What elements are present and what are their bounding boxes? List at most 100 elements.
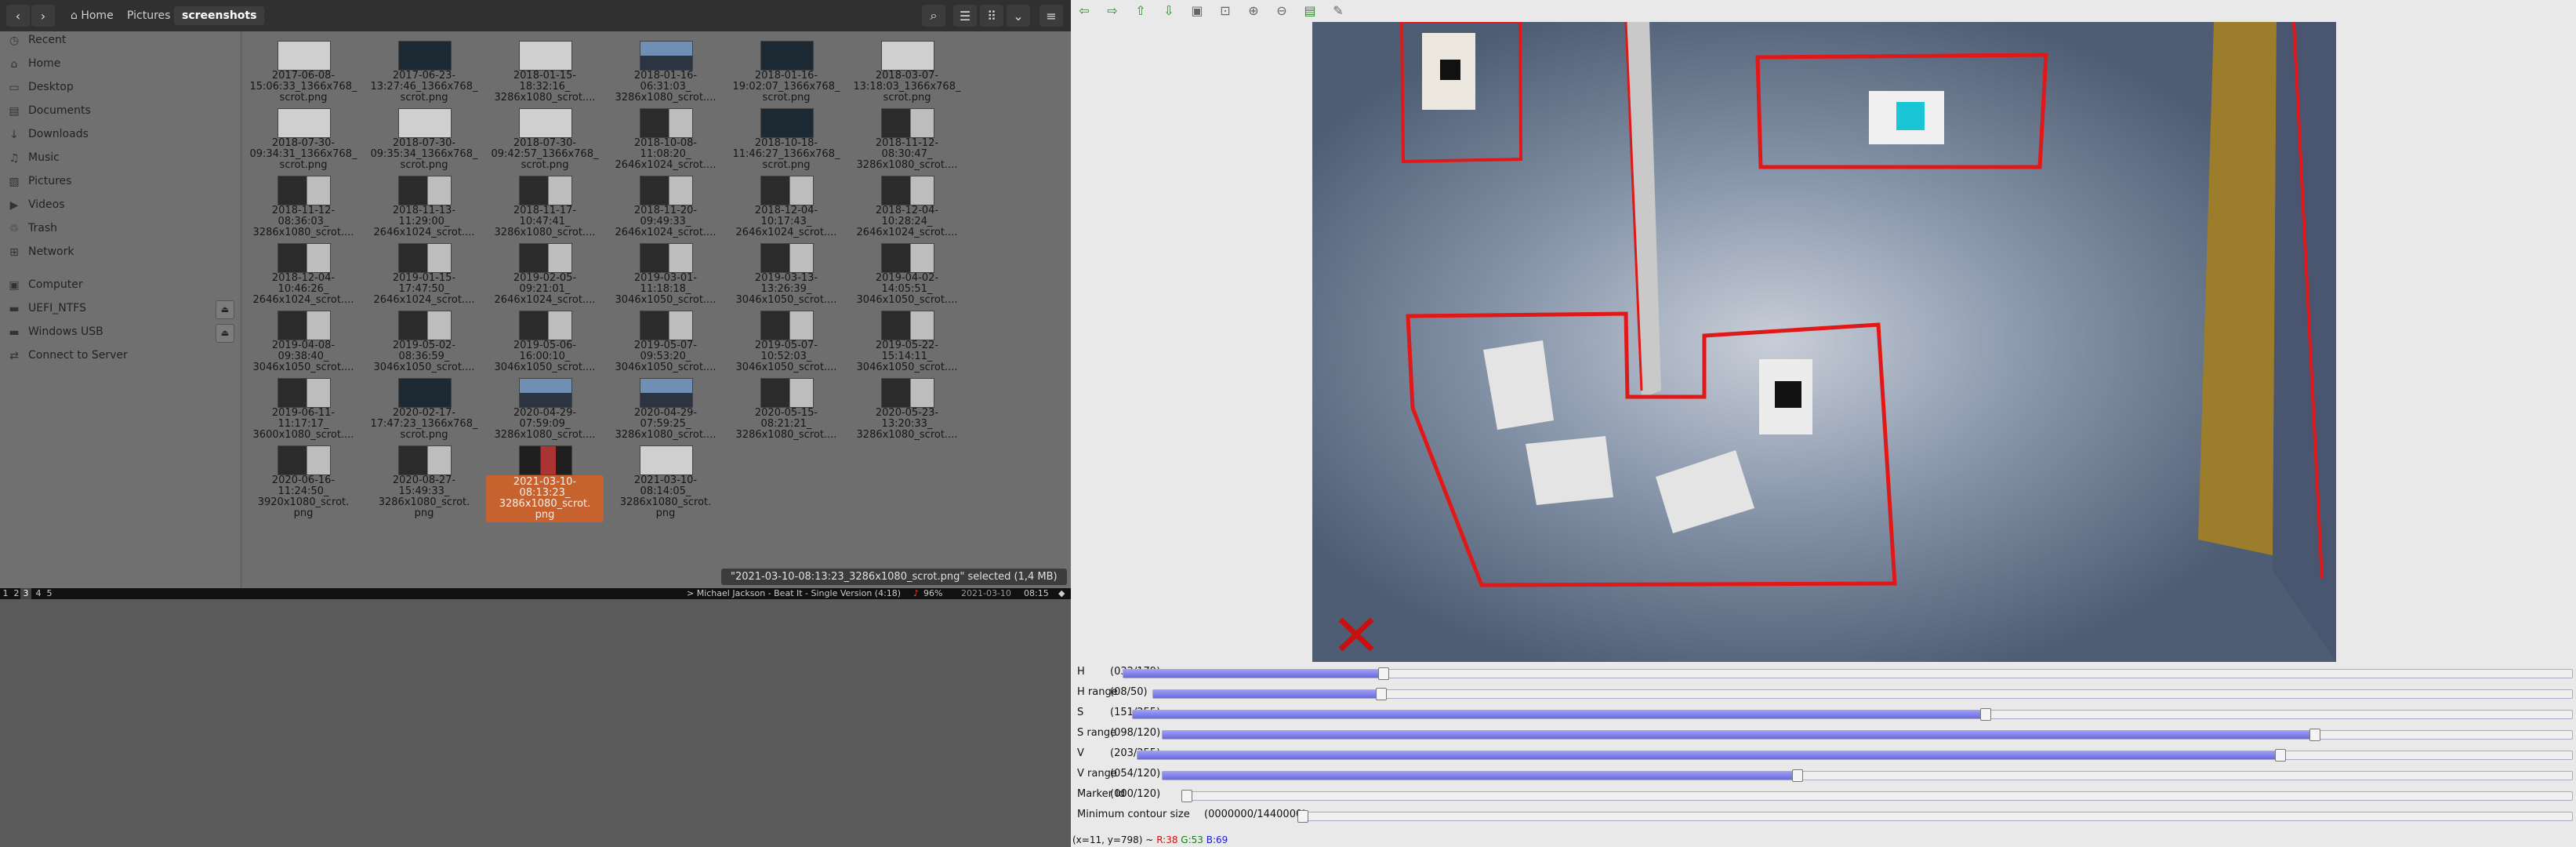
slider-track[interactable] [1152,688,2573,700]
file-item[interactable]: 2018-01-16- 06:31:03_ 3286x1080_scrot...… [607,36,724,104]
workspace-3[interactable]: 3 [20,588,31,599]
eject-icon[interactable]: ⏏ [216,300,234,319]
workspace-4[interactable]: 4 [33,588,44,599]
sidebar-item-uefi-ntfs[interactable]: ▬ UEFI_NTFS ⏏ [0,298,241,320]
file-item[interactable]: 2018-11-20- 09:49:33_ 2646x1024_scrot...… [607,171,724,238]
slider-handle[interactable] [1181,790,1192,802]
file-item[interactable]: 2019-06-11- 11:17:17_ 3600x1080_scrot...… [245,373,362,441]
file-item[interactable]: 2018-11-17- 10:47:41_ 3286x1080_scrot...… [486,171,604,238]
workspace-5[interactable]: 5 [44,588,55,599]
file-item[interactable]: 2019-05-07- 10:52:03_ 3046x1050_scrot...… [727,306,845,373]
zoom-fit-button[interactable]: ⊡ [1217,2,1234,20]
sidebar-item-documents[interactable]: ▤ Documents [0,100,241,122]
sidebar-item-network[interactable]: ⊞ Network [0,242,241,264]
sidebar-item-connect-to-server[interactable]: ⇄ Connect to Server [0,345,241,367]
search-button[interactable]: ⌕ [922,5,945,27]
zoom-out-button[interactable]: ⊖ [1273,2,1290,20]
sidebar-item-computer[interactable]: ▣ Computer [0,274,241,296]
slider-handle[interactable] [1377,667,1389,680]
forward-button[interactable]: › [31,5,55,27]
sidebar-item-trash[interactable]: ♲ Trash [0,218,241,240]
menu-button[interactable]: ≡ [1039,5,1063,27]
file-item[interactable]: 2019-05-07- 09:53:20_ 3046x1050_scrot...… [607,306,724,373]
slider-handle[interactable] [2309,729,2320,741]
file-item[interactable]: 2018-12-04- 10:28:24_ 2646x1024_scrot...… [848,171,966,238]
slider-track[interactable] [1132,708,2573,721]
slider-handle[interactable] [1792,769,1804,782]
slider-track[interactable] [1297,810,2573,823]
pan-left-button[interactable]: ⇦ [1076,2,1093,20]
slider-track[interactable] [1123,667,2573,680]
file-item[interactable]: 2018-10-18- 11:46:27_1366x768_ scrot.png [727,104,845,171]
pan-down-button[interactable]: ⇩ [1160,2,1177,20]
file-item[interactable]: 2020-06-16- 11:24:50_ 3920x1080_scrot. p… [245,441,362,519]
sidebar-item-recent[interactable]: ◷ Recent [0,30,241,52]
file-item[interactable]: 2020-08-27- 15:49:33_ 3286x1080_scrot. p… [365,441,483,519]
file-item[interactable]: 2018-10-08- 11:08:20_ 2646x1024_scrot...… [607,104,724,171]
file-item[interactable]: 2019-05-22- 15:14:11_ 3046x1050_scrot...… [848,306,966,373]
pan-right-button[interactable]: ⇨ [1104,2,1121,20]
file-item[interactable]: 2019-04-08- 09:38:40_ 3046x1050_scrot...… [245,306,362,373]
eject-icon[interactable]: ⏏ [216,324,234,343]
file-item[interactable]: 2019-01-15- 17:47:50_ 2646x1024_scrot...… [365,238,483,306]
sidebar-item-videos[interactable]: ▶ Videos [0,194,241,216]
file-item[interactable]: 2017-06-08- 15:06:33_1366x768_ scrot.png [245,36,362,104]
file-name: 2020-02-17- 17:47:23_1366x768_ scrot.png [370,407,478,441]
file-item[interactable]: 2018-11-13- 11:29:00_ 2646x1024_scrot...… [365,171,483,238]
file-item[interactable]: 2018-01-15- 18:32:16_ 3286x1080_scrot...… [486,36,604,104]
file-item[interactable]: 2018-03-07- 13:18:03_1366x768_ scrot.png [848,36,966,104]
file-item[interactable]: 2020-04-29- 07:59:09_ 3286x1080_scrot...… [486,373,604,441]
file-item[interactable]: 2018-12-04- 10:46:26_ 2646x1024_scrot...… [245,238,362,306]
file-item[interactable]: 2019-02-05- 09:21:01_ 2646x1024_scrot...… [486,238,604,306]
camera-view[interactable] [1312,22,2336,662]
file-item[interactable]: 2019-05-02- 08:36:59_ 3046x1050_scrot...… [365,306,483,373]
sidebar-item-home[interactable]: ⌂ Home [0,53,241,75]
file-item[interactable]: 2020-04-29- 07:59:25_ 3286x1080_scrot...… [607,373,724,441]
grid-view-button[interactable]: ⠿ [980,5,1003,27]
slider-handle[interactable] [1375,688,1387,700]
file-item[interactable]: 2018-07-30- 09:35:34_1366x768_ scrot.png [365,104,483,171]
breadcrumb-home[interactable]: ⌂ Home [63,6,122,25]
file-item[interactable]: 2021-03-10- 08:14:05_ 3286x1080_scrot. p… [607,441,724,519]
slider-handle[interactable] [2274,749,2286,762]
sidebar-item-windows-usb[interactable]: ▬ Windows USB ⏏ [0,322,241,344]
file-item[interactable]: 2018-07-30- 09:42:57_1366x768_ scrot.png [486,104,604,171]
file-item[interactable]: 2018-07-30- 09:34:31_1366x768_ scrot.png [245,104,362,171]
sidebar-item-desktop[interactable]: ▭ Desktop [0,77,241,99]
zoom-in-button[interactable]: ⊕ [1245,2,1262,20]
file-item[interactable]: 2020-05-23- 13:20:33_ 3286x1080_scrot...… [848,373,966,441]
back-button[interactable]: ‹ [6,5,30,27]
breadcrumb-pictures[interactable]: Pictures [119,6,178,25]
file-item[interactable]: 2019-03-01- 11:18:18_ 3046x1050_scrot...… [607,238,724,306]
sidebar-item-pictures[interactable]: ▧ Pictures [0,171,241,193]
save-image-button[interactable]: ▤ [1301,2,1319,20]
file-item[interactable]: 2018-11-12- 08:30:47_ 3286x1080_scrot...… [848,104,966,171]
file-item[interactable]: 2018-12-04- 10:17:43_ 2646x1024_scrot...… [727,171,845,238]
workspace-1[interactable]: 1 [0,588,11,599]
file-item[interactable]: 2017-06-23- 13:27:46_1366x768_ scrot.png [365,36,483,104]
file-item[interactable]: 2019-04-02- 14:05:51_ 3046x1050_scrot...… [848,238,966,306]
list-view-button[interactable]: ☰ [953,5,977,27]
zoom-image-button[interactable]: ▣ [1188,2,1206,20]
file-item[interactable]: 2019-03-13- 13:26:39_ 3046x1050_scrot...… [727,238,845,306]
file-item[interactable]: 2018-11-12- 08:36:03_ 3286x1080_scrot...… [245,171,362,238]
slider-fill [1163,731,2314,739]
slider-track[interactable] [1162,769,2573,782]
slider-handle[interactable] [1979,708,1991,721]
file-item[interactable]: 2021-03-10- 08:13:23_ 3286x1080_scrot. p… [486,441,604,522]
slider-handle[interactable] [1297,810,1308,823]
sidebar-item-music[interactable]: ♫ Music [0,147,241,169]
slider-track[interactable] [1137,749,2573,762]
properties-button[interactable]: ✎ [1330,2,1347,20]
file-item[interactable]: 2018-01-16- 19:02:07_1366x768_ scrot.png [727,36,845,104]
sidebar-item-downloads[interactable]: ↓ Downloads [0,124,241,146]
file-item[interactable]: 2019-05-06- 16:00:10_ 3046x1050_scrot...… [486,306,604,373]
file-item[interactable]: 2020-02-17- 17:47:23_1366x768_ scrot.png [365,373,483,441]
view-options-button[interactable]: ⌄ [1007,5,1030,27]
slider-track[interactable] [1181,790,2573,802]
breadcrumb-screenshots[interactable]: screenshots [174,6,265,25]
slider-track[interactable] [1162,729,2573,741]
file-name: 2019-05-22- 15:14:11_ 3046x1050_scrot...… [856,340,958,373]
file-item[interactable]: 2020-05-15- 08:21:21_ 3286x1080_scrot...… [727,373,845,441]
pan-up-button[interactable]: ⇧ [1132,2,1149,20]
